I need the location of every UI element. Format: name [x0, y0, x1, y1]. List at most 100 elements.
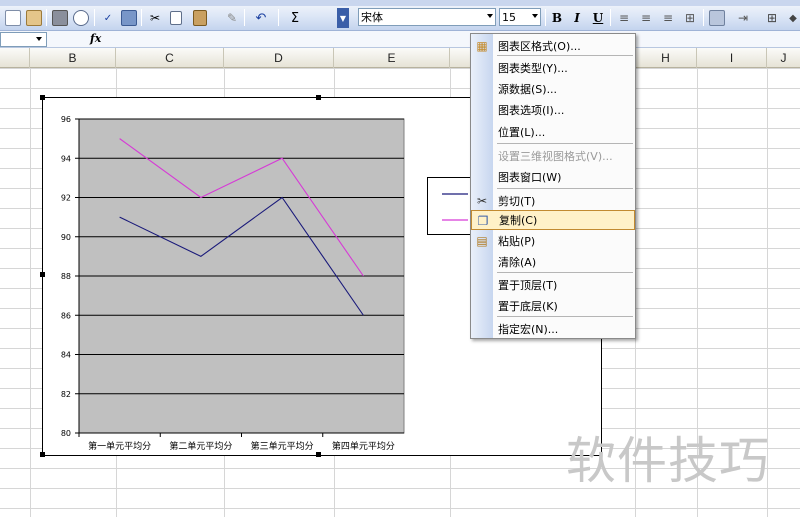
resize-handle-left[interactable] [40, 272, 45, 277]
context-menu-item-label: 源数据(S)... [498, 83, 558, 96]
merge-center-button[interactable]: ⊞ [680, 8, 700, 28]
magnifier-icon [73, 10, 89, 26]
select-all-corner[interactable] [0, 48, 30, 68]
x-tick-label: 第二单元平均分 [169, 440, 232, 452]
y-tick-label: 92 [61, 194, 71, 203]
context-menu-item-label: 图表类型(Y)... [498, 62, 568, 75]
column-header-h[interactable]: H [635, 48, 697, 68]
chart-format-icon: ▦ [476, 39, 488, 53]
research-button[interactable] [119, 8, 139, 28]
context-menu-item[interactable]: 图表选项(I)... [471, 100, 635, 120]
indent-button[interactable]: ⇥ [733, 8, 753, 28]
font-size-select[interactable]: 15 [499, 8, 541, 26]
chevron-down-icon [487, 14, 493, 18]
align-center-icon: ≡ [640, 11, 652, 25]
undo-button[interactable]: ↶ [248, 8, 274, 28]
name-box[interactable] [0, 32, 47, 47]
align-right-icon: ≡ [662, 11, 674, 25]
spelling-button[interactable]: ✓ [98, 8, 118, 28]
legend-swatches [442, 193, 468, 221]
context-menu-separator [497, 143, 633, 144]
x-tick-label: 第四单元平均分 [332, 440, 395, 452]
copy-icon: ❐ [477, 214, 489, 228]
y-tick-label: 84 [61, 351, 71, 360]
print-preview-button[interactable] [71, 8, 91, 28]
align-left-button[interactable]: ≡ [614, 8, 634, 28]
underline-button[interactable]: U [589, 8, 607, 28]
print-preview-small-button[interactable] [24, 8, 44, 28]
scissors-icon: ✂ [149, 11, 161, 25]
print-button[interactable] [50, 8, 70, 28]
resize-handle-bottom[interactable] [316, 452, 321, 457]
context-menu-separator [497, 272, 633, 273]
context-menu-item[interactable]: ✂ 剪切(T) [471, 191, 635, 211]
chevron-down-icon: ▼ [339, 13, 347, 23]
align-right-button[interactable]: ≡ [658, 8, 678, 28]
fill-color-icon: ◆ [789, 12, 797, 24]
copy-button[interactable] [166, 8, 186, 28]
chevron-down-icon [532, 14, 538, 18]
context-menu-item[interactable]: 置于顶层(T) [471, 275, 635, 295]
chevron-down-icon [36, 37, 42, 41]
align-center-button[interactable]: ≡ [636, 8, 656, 28]
context-menu-item[interactable]: 清除(A) [471, 252, 635, 272]
watermark: 软件技巧 [566, 432, 770, 490]
borders-icon: ⊞ [766, 11, 778, 25]
format-painter-button[interactable]: ✎ [222, 8, 242, 28]
printer-icon [52, 10, 68, 26]
font-name-select[interactable]: 宋体 [358, 8, 496, 26]
context-menu-item-label: 清除(A) [498, 256, 537, 269]
resize-handle-top-left[interactable] [40, 95, 45, 100]
sum-label: Σ [290, 10, 300, 26]
permission-icon [26, 10, 42, 26]
clipboard-icon [193, 10, 207, 26]
context-menu-item[interactable]: ▤ 粘贴(P) [471, 231, 635, 251]
fill-color-button[interactable]: ◆ [786, 8, 800, 28]
context-menu-item-label: 置于顶层(T) [498, 279, 558, 292]
context-menu-item-label: 置于底层(K) [498, 300, 558, 313]
paste-button[interactable] [187, 8, 213, 28]
column-header-i[interactable]: I [697, 48, 767, 68]
context-menu-separator [497, 188, 633, 189]
font-name-value: 宋体 [361, 11, 383, 24]
column-header-j[interactable]: J [767, 48, 800, 68]
italic-button[interactable]: I [568, 8, 586, 28]
context-menu-item[interactable]: 位置(L)... [471, 122, 635, 142]
formula-bar: fx [0, 31, 800, 48]
context-menu-item[interactable]: 图表类型(Y)... [471, 58, 635, 78]
toolbar-options-button[interactable]: ▼ [337, 8, 349, 28]
context-menu-item[interactable]: 置于底层(K) [471, 296, 635, 316]
column-header-e[interactable]: E [334, 48, 450, 68]
context-menu-item[interactable]: 设置三维视图格式(V)... [471, 146, 635, 166]
column-header-b[interactable]: B [30, 48, 116, 68]
column-header-c[interactable]: C [116, 48, 224, 68]
borders-button[interactable]: ⊞ [760, 8, 784, 28]
bold-button[interactable]: B [548, 8, 566, 28]
indent-icon: ⇥ [737, 11, 749, 25]
context-menu-item-label: 复制(C) [499, 214, 538, 227]
autosum-button[interactable]: Σ [282, 8, 308, 28]
insert-function-button[interactable]: fx [90, 32, 101, 45]
y-tick-label: 86 [61, 311, 71, 320]
brush-icon: ✎ [226, 11, 238, 25]
undo-icon: ↶ [255, 10, 267, 26]
chart-context-menu: ▦ 图表区格式(O)... 图表类型(Y)... 源数据(S)... 图表选项(I)..… [470, 33, 636, 339]
cut-button[interactable]: ✂ [145, 8, 165, 28]
y-tick-label: 90 [61, 233, 71, 242]
new-document-button[interactable] [3, 8, 23, 28]
paste-icon: ▤ [476, 234, 488, 248]
context-menu-separator [497, 55, 633, 56]
context-menu-item[interactable]: 指定宏(N)... [471, 319, 635, 339]
column-header-d[interactable]: D [224, 48, 334, 68]
resize-handle-top[interactable] [316, 95, 321, 100]
chart-legend[interactable] [427, 177, 472, 235]
context-menu-item[interactable]: ▦ 图表区格式(O)... [471, 36, 635, 56]
context-menu-item[interactable]: 图表窗口(W) [471, 167, 635, 187]
x-tick-label: 第一单元平均分 [88, 440, 151, 452]
context-menu-item[interactable]: ❐ 复制(C) [471, 210, 635, 230]
new-document-icon [5, 10, 21, 26]
currency-button[interactable] [707, 8, 727, 28]
resize-handle-bottom-left[interactable] [40, 452, 45, 457]
context-menu-item[interactable]: 源数据(S)... [471, 79, 635, 99]
context-menu-item-label: 粘贴(P) [498, 235, 536, 248]
